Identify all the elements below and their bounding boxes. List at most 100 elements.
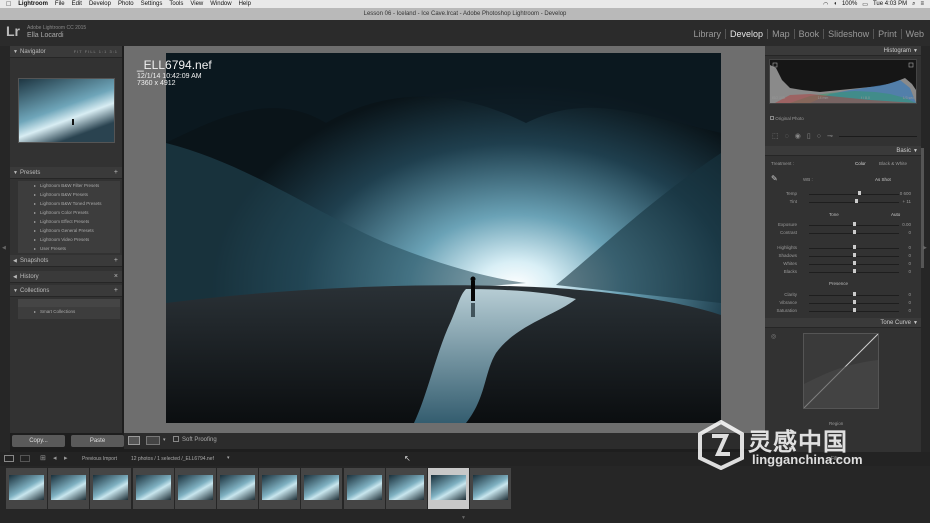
slider-highlights[interactable]: Highlights 0 [771,245,911,251]
slider-vibrance[interactable]: Vibrance 0 [771,300,911,306]
filmstrip-source[interactable]: Previous Import [82,456,117,462]
add-snapshot-icon[interactable]: + [114,255,118,267]
preset-folder[interactable]: Lightroom General Presets [18,226,120,235]
tool-slider[interactable] [838,135,917,137]
snapshots-header[interactable]: ◀ Snapshots + [10,255,122,267]
apple-icon[interactable]:  [6,1,11,8]
red-eye-icon[interactable]: ◉ [795,132,801,140]
collections-header[interactable]: ▼ Collections + [10,285,122,297]
module-develop[interactable]: Develop [725,29,767,39]
navigator-header[interactable]: ▼ Navigator FIT FILL 1:1 3:1 [10,46,122,58]
preset-folder[interactable]: Lightroom B&W Filter Presets [18,181,120,190]
slider-value[interactable]: 0 [908,245,911,250]
forward-arrow-icon[interactable]: ▸ [64,454,68,462]
volume-icon[interactable]: ◖ [833,1,837,7]
preset-folder[interactable]: Lightroom B&W Presets [18,190,120,199]
crop-icon[interactable]: ⬚ [772,132,779,140]
slider-thumb[interactable] [853,261,856,265]
add-collection-icon[interactable]: + [114,285,118,297]
second-window-icon[interactable] [20,455,30,462]
preset-folder[interactable]: Lightroom Video Presets [18,235,120,244]
histogram-header[interactable]: Histogram ▼ [765,46,921,56]
white-balance-dropper-icon[interactable]: ✎ [771,174,778,183]
treatment-color[interactable]: Color [855,161,866,166]
slider-thumb[interactable] [853,245,856,249]
dropdown-icon[interactable]: ▾ [163,437,166,443]
slider-thumb[interactable] [853,253,856,257]
wifi-icon[interactable]: ◠ [823,1,828,8]
menu-photo[interactable]: Photo [118,1,134,7]
preset-folder[interactable]: User Presets [18,244,120,253]
graduated-filter-icon[interactable]: ▯ [807,132,811,140]
slider-thumb[interactable] [853,308,856,312]
histogram[interactable]: ISO 100 14 mm f / 8.0 1/3 sec [769,59,917,104]
slider-saturation[interactable]: Saturation 0 [771,308,911,314]
menu-edit[interactable]: Edit [72,1,82,7]
filmstrip-thumbnail[interactable] [48,468,90,509]
slider-shadows[interactable]: Shadows 0 [771,253,911,259]
module-map[interactable]: Map [767,29,794,39]
curve-target-icon[interactable]: ◎ [771,333,776,340]
filmstrip-thumbnail[interactable] [217,468,258,509]
filmstrip-thumbnail[interactable] [301,468,343,509]
paste-button[interactable]: Paste [71,435,124,447]
basic-header[interactable]: Basic ▼ [765,146,921,156]
slider-thumb[interactable] [853,230,856,234]
search-icon[interactable]: ⌕ [912,1,915,8]
original-photo-checkbox[interactable]: Original Photo [770,116,804,121]
menu-file[interactable]: File [55,1,65,7]
tone-curve-graph[interactable] [803,333,879,409]
module-slideshow[interactable]: Slideshow [823,29,873,39]
right-panel-toggle-icon[interactable]: ▶ [923,245,927,251]
slider-value[interactable]: 0 [908,292,911,297]
slider-value[interactable]: 0 [908,261,911,266]
collection-search-field[interactable] [18,299,120,307]
filmstrip-thumbnail[interactable] [90,468,132,509]
menu-window[interactable]: Window [210,1,231,7]
menu-lightroom[interactable]: Lightroom [18,1,48,7]
menu-develop[interactable]: Develop [89,1,111,7]
preset-folder[interactable]: Lightroom Color Presets [18,208,120,217]
treatment-bw[interactable]: Black & White [879,161,907,166]
ice-cave-photo[interactable] [166,53,721,423]
module-print[interactable]: Print [873,29,901,39]
module-library[interactable]: Library [690,29,726,39]
slider-value[interactable]: 0 [908,269,911,274]
slider-tint[interactable]: Tint + 11 [771,199,911,205]
module-web[interactable]: Web [900,29,928,39]
slider-clarity[interactable]: Clarity 0 [771,292,911,298]
clear-history-icon[interactable]: × [114,271,118,283]
slider-value[interactable]: 0.00 [902,222,911,227]
slider-thumb[interactable] [854,199,858,203]
filmstrip-thumbnail[interactable] [6,468,47,509]
add-preset-icon[interactable]: + [114,167,118,179]
filmstrip-thumbnail[interactable] [428,468,469,509]
slider-thumb[interactable] [853,300,856,304]
adjustment-brush-icon[interactable]: ⊸ [827,132,833,140]
filmstrip-thumbnail[interactable] [470,468,512,509]
slider-value[interactable]: 0 [908,230,911,235]
filmstrip-thumbnail[interactable] [174,468,216,509]
grid-icon[interactable]: ⊞ [40,454,46,462]
clock[interactable]: Tue 4:03 PM [873,1,907,7]
slider-value[interactable]: 0 [908,308,911,313]
slider-thumb[interactable] [857,191,861,195]
preset-folder[interactable]: Lightroom Effect Presets [18,217,120,226]
slider-blacks[interactable]: Blacks 0 [771,269,911,275]
menu-tools[interactable]: Tools [169,1,183,7]
back-arrow-icon[interactable]: ◂ [53,454,57,462]
slider-thumb[interactable] [853,269,856,273]
copy-button[interactable]: Copy... [12,435,65,447]
preset-folder[interactable]: Lightroom B&W Toned Presets [18,199,120,208]
filmstrip-toggle-icon[interactable]: ▼ [461,515,466,521]
tone-curve-header[interactable]: Tone Curve ▼ [765,318,921,328]
before-after-icon[interactable] [146,436,160,445]
navigator-zoom-options[interactable]: FIT FILL 1:1 3:1 [74,46,118,58]
list-icon[interactable]: ≡ [920,1,924,7]
filmstrip-dropdown-icon[interactable]: ▾ [227,455,230,461]
battery-icon[interactable]: ▭ [862,1,868,8]
slider-exposure[interactable]: Exposure 0.00 [771,222,911,228]
menu-settings[interactable]: Settings [141,1,163,7]
left-panel-toggle-icon[interactable]: ◀ [2,245,6,251]
menu-help[interactable]: Help [239,1,251,7]
